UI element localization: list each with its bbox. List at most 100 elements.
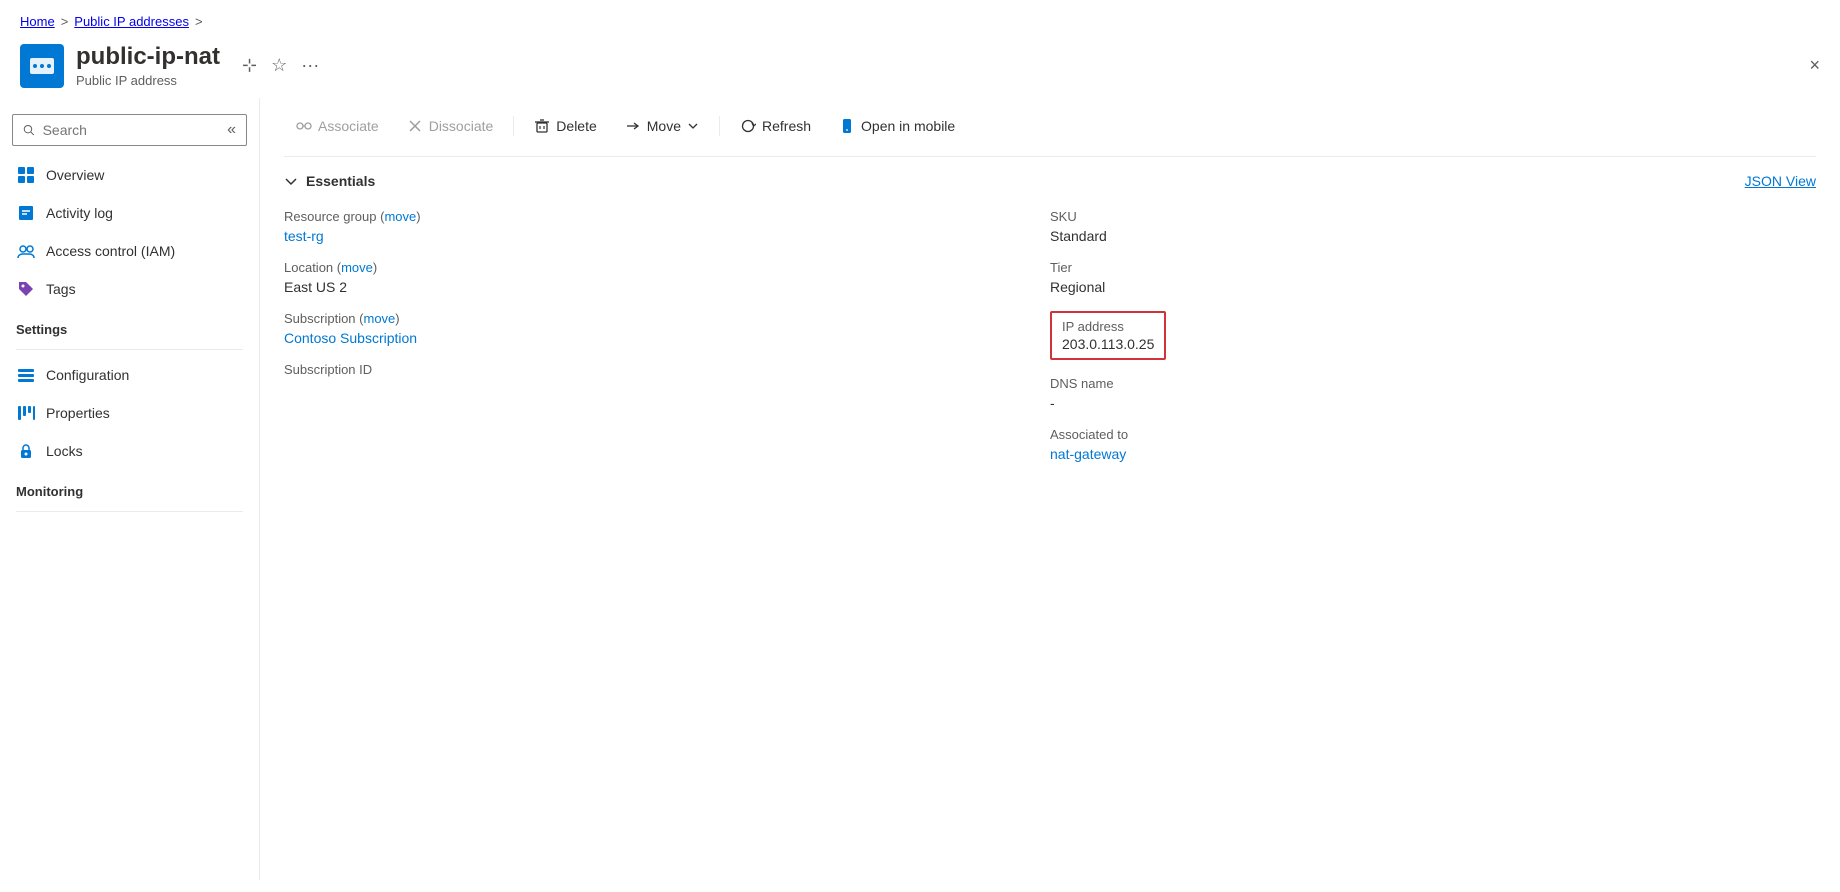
close-button[interactable]: × [1809, 55, 1820, 76]
breadcrumb-public-ip[interactable]: Public IP addresses [74, 14, 189, 29]
essentials-title: Essentials [306, 173, 375, 189]
monitoring-section-title: Monitoring [0, 470, 259, 505]
essentials-right: SKU Standard Tier Regional IP address 20… [1050, 201, 1816, 470]
subscription-id-label: Subscription ID [284, 362, 1050, 377]
dns-name-item: DNS name - [1050, 368, 1816, 419]
essentials-left: Resource group (move) test-rg Location (… [284, 201, 1050, 470]
subscription-label: Subscription (move) [284, 311, 1050, 326]
breadcrumb: Home > Public IP addresses > [0, 0, 1840, 37]
sidebar-item-configuration-label: Configuration [46, 367, 129, 383]
sidebar-item-tags-label: Tags [46, 281, 76, 297]
header-actions: ⊹ ☆ ··· [242, 55, 319, 76]
associated-to-label: Associated to [1050, 427, 1816, 442]
sidebar-item-configuration[interactable]: Configuration [0, 356, 259, 394]
dns-name-value: - [1050, 395, 1816, 411]
monitoring-divider [16, 511, 243, 512]
sidebar-item-access-control-label: Access control (IAM) [46, 243, 175, 259]
sidebar-item-activity-log-label: Activity log [46, 205, 113, 221]
search-input[interactable] [43, 122, 220, 138]
settings-divider [16, 349, 243, 350]
title-block: public-ip-nat Public IP address [76, 43, 220, 88]
favorite-icon[interactable]: ☆ [271, 55, 287, 76]
location-label: Location (move) [284, 260, 1050, 275]
ip-address-label: IP address [1062, 319, 1154, 334]
subscription-id-item: Subscription ID [284, 354, 1050, 389]
resource-icon [20, 44, 64, 88]
move-icon [625, 118, 641, 134]
subscription-link[interactable]: Contoso Subscription [284, 330, 417, 346]
search-box[interactable]: « [12, 114, 247, 146]
search-icon [23, 123, 35, 137]
toolbar: Associate Dissociate Delete [284, 98, 1816, 157]
overview-icon [16, 165, 36, 185]
activity-log-icon [16, 203, 36, 223]
more-icon[interactable]: ··· [301, 55, 319, 76]
sidebar: « Overview Acti [0, 98, 260, 880]
sidebar-item-tags[interactable]: Tags [0, 270, 259, 308]
essentials-header: Essentials JSON View [284, 157, 1816, 201]
sidebar-item-properties[interactable]: Properties [0, 394, 259, 432]
location-item: Location (move) East US 2 [284, 252, 1050, 303]
ip-address-highlight-box: IP address 203.0.113.0.25 [1050, 311, 1166, 360]
resource-group-item: Resource group (move) test-rg [284, 201, 1050, 252]
mobile-icon [839, 118, 855, 134]
associate-icon [296, 118, 312, 134]
resource-group-move-link[interactable]: move [384, 209, 416, 224]
main-layout: « Overview Acti [0, 98, 1840, 880]
sku-label: SKU [1050, 209, 1816, 224]
configuration-icon [16, 365, 36, 385]
essentials-grid: Resource group (move) test-rg Location (… [284, 201, 1816, 470]
tier-value: Regional [1050, 279, 1816, 295]
collapse-sidebar-button[interactable]: « [227, 121, 236, 139]
open-mobile-button[interactable]: Open in mobile [827, 112, 967, 140]
ip-address-item: IP address 203.0.113.0.25 [1050, 303, 1816, 368]
location-value: East US 2 [284, 279, 1050, 295]
locks-icon [16, 441, 36, 461]
refresh-button[interactable]: Refresh [728, 112, 823, 140]
refresh-icon [740, 118, 756, 134]
location-move-link[interactable]: move [341, 260, 373, 275]
associated-to-item: Associated to nat-gateway [1050, 419, 1816, 470]
subscription-item: Subscription (move) Contoso Subscription [284, 303, 1050, 354]
settings-section-title: Settings [0, 308, 259, 343]
main-content: Associate Dissociate Delete [260, 98, 1840, 880]
resource-group-label: Resource group (move) [284, 209, 1050, 224]
delete-button[interactable]: Delete [522, 112, 608, 140]
page-subtitle: Public IP address [76, 73, 220, 88]
breadcrumb-sep2: > [195, 14, 203, 29]
properties-icon [16, 403, 36, 423]
tier-item: Tier Regional [1050, 252, 1816, 303]
sidebar-item-access-control[interactable]: Access control (IAM) [0, 232, 259, 270]
sidebar-item-activity-log[interactable]: Activity log [0, 194, 259, 232]
json-view-link[interactable]: JSON View [1745, 173, 1816, 189]
associated-to-value: nat-gateway [1050, 446, 1816, 462]
sidebar-item-locks[interactable]: Locks [0, 432, 259, 470]
sidebar-item-overview-label: Overview [46, 167, 104, 183]
sidebar-item-overview[interactable]: Overview [0, 156, 259, 194]
move-chevron-down-icon [687, 120, 699, 132]
resource-group-value: test-rg [284, 228, 1050, 244]
delete-icon [534, 118, 550, 134]
dns-name-label: DNS name [1050, 376, 1816, 391]
sku-item: SKU Standard [1050, 201, 1816, 252]
dissociate-icon [407, 118, 423, 134]
page-header: public-ip-nat Public IP address ⊹ ☆ ··· … [0, 37, 1840, 98]
dissociate-button[interactable]: Dissociate [395, 112, 506, 140]
toolbar-separator-2 [719, 116, 720, 136]
breadcrumb-home[interactable]: Home [20, 14, 55, 29]
breadcrumb-sep1: > [61, 14, 69, 29]
subscription-value: Contoso Subscription [284, 330, 1050, 346]
tags-icon [16, 279, 36, 299]
tier-label: Tier [1050, 260, 1816, 275]
subscription-move-link[interactable]: move [363, 311, 395, 326]
move-button[interactable]: Move [613, 112, 711, 140]
essentials-collapse-icon[interactable] [284, 174, 298, 188]
toolbar-separator-1 [513, 116, 514, 136]
page-title: public-ip-nat [76, 43, 220, 71]
sidebar-item-locks-label: Locks [46, 443, 83, 459]
resource-group-link[interactable]: test-rg [284, 228, 324, 244]
pin-icon[interactable]: ⊹ [242, 55, 257, 76]
access-control-icon [16, 241, 36, 261]
associate-button[interactable]: Associate [284, 112, 391, 140]
associated-to-link[interactable]: nat-gateway [1050, 446, 1126, 462]
